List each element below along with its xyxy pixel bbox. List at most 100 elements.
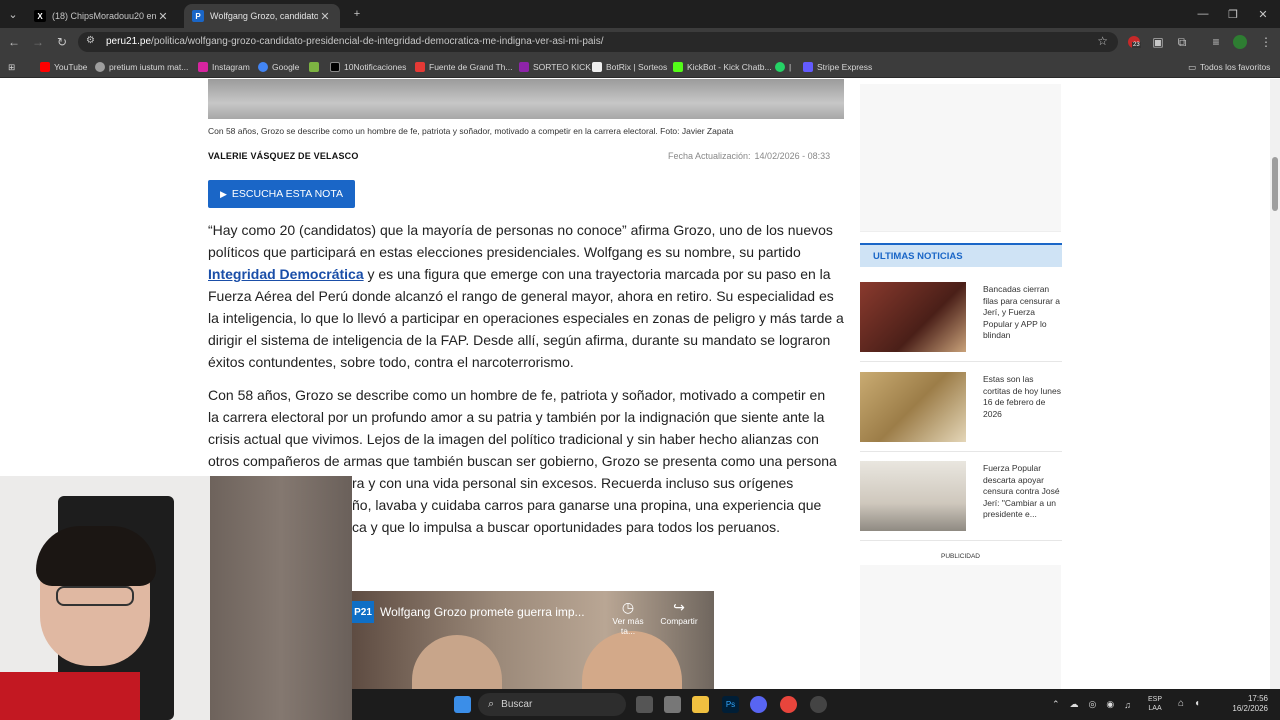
chevron-up-icon[interactable]: ⌃ xyxy=(1052,699,1060,710)
bookmark-label: Todos los favoritos xyxy=(1200,62,1271,72)
language-indicator[interactable]: ESP LAA xyxy=(1148,695,1162,713)
news-thumbnail[interactable] xyxy=(860,461,966,531)
bookmark-stripe[interactable]: Stripe Express xyxy=(803,60,872,74)
cloud-icon[interactable]: ☁ xyxy=(1070,699,1079,710)
close-window-icon[interactable]: ✕ xyxy=(1246,0,1280,28)
apps-icon[interactable]: ⊞ xyxy=(8,60,15,74)
search-placeholder: Buscar xyxy=(501,699,533,710)
photoshop-icon[interactable]: Ps xyxy=(722,696,739,713)
article-author[interactable]: VALERIE VÁSQUEZ DE VELASCO xyxy=(208,151,359,161)
clock[interactable]: 17:56 16/2/2026 xyxy=(1208,694,1268,714)
edge-icon[interactable]: ◎ xyxy=(1089,699,1097,710)
update-value: 14/02/2026 - 08:33 xyxy=(754,151,831,161)
paragraph-text: “Hay como 20 (candidatos) que la mayoría… xyxy=(208,222,833,260)
tab-label: Wolfgang Grozo, candidato pre xyxy=(210,11,318,21)
news-thumbnail[interactable] xyxy=(860,282,966,352)
url-text[interactable]: peru21.pe/politica/wolfgang-grozo-candid… xyxy=(106,36,603,47)
news-item[interactable]: Bancadas cierran filas para censurar a J… xyxy=(860,282,1062,362)
url-host: peru21.pe xyxy=(106,36,152,47)
puzzle-icon[interactable]: ⧉ xyxy=(1174,34,1190,50)
bookmark-youtube[interactable]: YouTube xyxy=(40,60,87,74)
bookmark-instagram[interactable]: Instagram xyxy=(198,60,250,74)
article-paragraph-1: “Hay como 20 (candidatos) que la mayoría… xyxy=(208,219,848,373)
bookmark-label: pretium iustum mat... xyxy=(109,62,189,72)
news-title[interactable]: Estas son las cortitas de hoy lunes 16 d… xyxy=(983,374,1061,420)
tab-search-icon[interactable]: ⌄ xyxy=(0,0,26,28)
bookmark-label: Instagram xyxy=(212,62,250,72)
address-bar[interactable]: ⚙ peru21.pe/politica/wolfgang-grozo-cand… xyxy=(78,32,1118,52)
restore-icon[interactable]: ❐ xyxy=(1216,0,1250,28)
tray-app-icon[interactable]: ◉ xyxy=(1106,699,1114,710)
bookmarks-bar: ⊞ YouTube pretium iustum mat... Instagra… xyxy=(0,56,1280,78)
google-icon xyxy=(258,62,268,72)
extension-badge: 23 xyxy=(1132,42,1141,48)
kick-icon xyxy=(519,62,529,72)
tab-chipsmoradouu20[interactable]: X (18) ChipsMoradouu20 en X: "r ✕ xyxy=(26,4,178,28)
site-info-icon[interactable]: ⚙ xyxy=(86,35,95,46)
profile-avatar[interactable] xyxy=(1232,34,1248,50)
app-icon-2[interactable] xyxy=(810,696,827,713)
bookmark-whatsapp[interactable]: | xyxy=(775,60,791,74)
ad-slot-top xyxy=(860,84,1061,232)
page-scrollbar[interactable] xyxy=(1270,79,1280,689)
file-explorer-icon[interactable] xyxy=(692,696,709,713)
play-icon: ▶ xyxy=(220,188,227,199)
bookmark-sorteo-kick[interactable]: SORTEO KICK xyxy=(519,60,591,74)
extension-icon[interactable]: 23 xyxy=(1126,34,1142,50)
news-item[interactable]: Estas son las cortitas de hoy lunes 16 d… xyxy=(860,372,1062,452)
extension-icon-2[interactable]: ▣ xyxy=(1150,34,1166,50)
listen-button[interactable]: ▶ ESCUCHA ESTA NOTA xyxy=(208,180,355,208)
new-tab-button[interactable]: + xyxy=(340,0,374,28)
news-title[interactable]: Bancadas cierran filas para censurar a J… xyxy=(983,284,1061,342)
chrome-icon[interactable] xyxy=(780,696,797,713)
menu-icon[interactable]: ⋮ xyxy=(1258,34,1274,50)
botrix-icon xyxy=(592,62,602,72)
news-title[interactable]: Fuerza Popular descarta apoyar censura c… xyxy=(983,463,1061,521)
reload-icon[interactable]: ↻ xyxy=(54,34,70,50)
scrollbar-thumb[interactable] xyxy=(1272,157,1278,211)
language-code: ESP xyxy=(1148,696,1163,703)
ad-label: PUBLICIDAD xyxy=(940,553,980,560)
all-bookmarks-folder[interactable]: ▭ Todos los favoritos xyxy=(1188,60,1270,74)
globe-icon xyxy=(95,62,105,72)
share-button[interactable]: ↪ Compartir xyxy=(654,599,704,626)
news-item[interactable]: Fuerza Popular descarta apoyar censura c… xyxy=(860,461,1062,541)
party-link[interactable]: Integridad Democrática xyxy=(208,266,364,282)
task-view-icon[interactable] xyxy=(636,696,653,713)
media-icon[interactable]: ≡ xyxy=(1208,34,1224,50)
bookmark-fuente-grand[interactable]: Fuente de Grand Th... xyxy=(415,60,512,74)
network-icon[interactable]: ⌂ xyxy=(1178,698,1184,709)
discord-icon[interactable] xyxy=(750,696,767,713)
microphone-icon[interactable]: ♫ xyxy=(1124,700,1131,710)
taskbar-search[interactable]: ⌕ Buscar xyxy=(478,693,626,716)
news-thumbnail[interactable] xyxy=(860,372,966,442)
volume-icon[interactable]: ◖ xyxy=(1194,698,1200,709)
back-icon[interactable]: ← xyxy=(6,34,22,50)
bookmark-10notificaciones[interactable]: 10Notificaciones xyxy=(330,60,406,74)
bookmark-kickbot[interactable]: KickBot - Kick Chatb... xyxy=(673,60,772,74)
webcam-glasses xyxy=(56,586,134,606)
bookmark-botrix[interactable]: BotRix | Sorteos xyxy=(592,60,667,74)
bookmark-unnamed[interactable] xyxy=(309,60,323,74)
close-icon[interactable]: ✕ xyxy=(156,10,170,23)
close-icon[interactable]: ✕ xyxy=(318,10,332,23)
forward-icon[interactable]: → xyxy=(30,34,46,50)
video-title[interactable]: Wolfgang Grozo promete guerra imp... xyxy=(380,605,585,619)
clock-time: 17:56 xyxy=(1247,694,1268,703)
bookmark-label: BotRix | Sorteos xyxy=(606,62,668,72)
taskbar: ⌕ Buscar Ps ⌃ ☁ ◎ ◉ ♫ ESP LAA ⌂ ◖ 17:56 16/… xyxy=(352,689,1280,720)
share-label: Compartir xyxy=(660,616,698,626)
tab-wolfgang-grozo[interactable]: P Wolfgang Grozo, candidato pre ✕ xyxy=(184,4,340,28)
watch-later-button[interactable]: ◷ Ver más ta... xyxy=(606,599,650,636)
stripe-icon xyxy=(803,62,813,72)
search-icon: ⌕ xyxy=(488,698,495,710)
windows-start-icon[interactable] xyxy=(454,696,471,713)
bookmark-star-icon[interactable]: ☆ xyxy=(1097,34,1108,48)
share-icon: ↪ xyxy=(673,599,685,615)
kickbot-icon xyxy=(673,62,683,72)
article-hero-image xyxy=(208,79,844,119)
app-icon[interactable] xyxy=(664,696,681,713)
minimize-icon[interactable]: — xyxy=(1186,0,1220,28)
bookmark-google[interactable]: Google xyxy=(258,60,299,74)
bookmark-pretium[interactable]: pretium iustum mat... xyxy=(95,60,188,74)
